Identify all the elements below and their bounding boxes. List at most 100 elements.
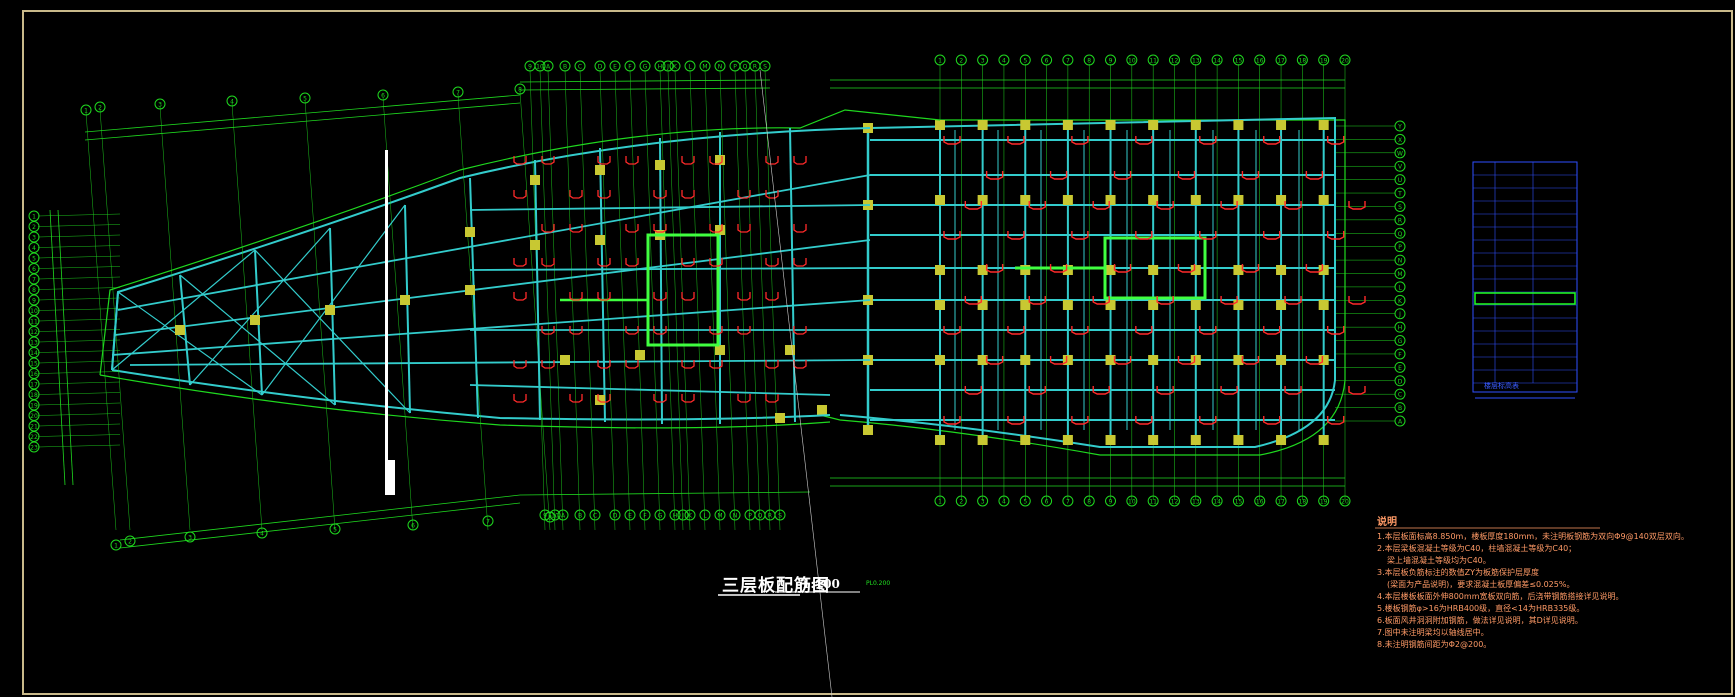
dimension-line: [84, 102, 521, 141]
column: [1233, 195, 1244, 205]
rebar-mark: [569, 190, 583, 199]
design-notes: 说明 1.本层板面标高8.850m，楼板厚度180mm，未注明板钢筋为双向Φ9@…: [1377, 517, 1689, 651]
column: [935, 120, 945, 130]
axis-line: [37, 371, 121, 374]
axis-line: [37, 255, 121, 259]
axis-label: 5: [1023, 499, 1027, 506]
rebar-mark: [513, 258, 527, 267]
column: [1276, 120, 1287, 130]
axis-line: [719, 69, 736, 531]
note-line: 梁上墙混凝土等级均为C40。: [1387, 556, 1491, 565]
column: [1233, 120, 1244, 130]
column: [935, 195, 945, 205]
axis-label: 9: [1109, 499, 1113, 506]
beam: [534, 159, 541, 421]
note-line: 7.图中未注明梁均以轴线居中。: [1377, 628, 1489, 637]
column: [977, 300, 988, 310]
building-slab-edge: [111, 127, 871, 371]
axis-label: 18: [1299, 58, 1307, 65]
axis-label: 2: [959, 499, 963, 506]
column: [785, 345, 795, 355]
axis-line: [37, 329, 121, 332]
column: [595, 165, 605, 175]
column: [595, 235, 605, 245]
axis-label: 9: [32, 298, 36, 305]
axis-label: 17: [30, 382, 38, 389]
rebar-mark: [513, 360, 527, 369]
axis-label: E: [1398, 365, 1402, 372]
column: [1190, 120, 1201, 130]
legend-title: 楼层标高表: [1484, 382, 1519, 390]
dimension-line: [49, 209, 66, 486]
note-line: 4.本层楼板板面外伸800mm宽板双向筋，后浇带钢筋搭接详见说明。: [1377, 592, 1624, 601]
axis-label: B: [563, 64, 567, 71]
axis-line: [37, 297, 121, 301]
axis-line: [457, 93, 489, 531]
elevation-table: [1472, 161, 1578, 393]
rebar-mark: [793, 224, 807, 233]
rebar-mark: [793, 156, 807, 165]
axis-line: [37, 444, 121, 448]
axis-label: C: [1398, 392, 1402, 399]
axis-label: D: [598, 64, 603, 71]
column: [1276, 435, 1287, 445]
column: [935, 265, 945, 275]
axis-label: 1: [84, 108, 88, 115]
axis-label: 4: [1002, 58, 1006, 65]
axis-label: J: [681, 513, 684, 520]
axis-label: 12: [1171, 499, 1179, 506]
dimension-line: [519, 491, 811, 496]
axis-label: G: [1398, 338, 1403, 345]
axis-label: 2: [32, 224, 36, 231]
rebar-mark: [681, 292, 695, 301]
axis-label: 18: [30, 392, 38, 399]
axis-label: 4: [230, 99, 234, 106]
axis-line: [37, 287, 121, 290]
axis-label: 3: [981, 58, 985, 65]
beam: [329, 227, 336, 406]
axis-label: 13: [30, 340, 38, 347]
axis-label: 20: [30, 413, 38, 420]
column: [1105, 300, 1116, 310]
axis-label: 6: [1045, 58, 1049, 65]
axis-label: 13: [1192, 58, 1200, 65]
axis-label: 7: [1066, 499, 1070, 506]
column: [1148, 435, 1159, 445]
axis-label: 8: [32, 287, 36, 294]
notes-heading: 说明: [1377, 517, 1397, 528]
rebar-mark: [681, 190, 695, 199]
axis-label: M: [717, 513, 722, 520]
secondary-beam: [111, 249, 256, 371]
axis-line: [159, 105, 191, 531]
axis-label: H: [673, 513, 678, 520]
axis-label: 14: [1213, 58, 1221, 65]
axis-label: 14: [30, 350, 38, 357]
note-line: 3.本层板负筋标注的数值ZY为板筋保护层厚度: [1377, 568, 1539, 577]
axis-label: 10: [30, 308, 38, 315]
column: [1020, 355, 1031, 365]
column: [1318, 265, 1329, 275]
axis-label: 11: [1149, 58, 1157, 65]
column: [635, 350, 645, 360]
axis-label: R: [768, 513, 772, 520]
axis-line: [667, 69, 684, 531]
axis-label: R: [1398, 217, 1402, 224]
axis-label: G: [658, 513, 663, 520]
axis-label: 3: [158, 102, 162, 109]
axis-label: C: [578, 64, 582, 71]
column: [1148, 355, 1159, 365]
note-line: (梁面为产品说明)，要求混凝土板厚偏差≤0.025%。: [1387, 580, 1575, 589]
column: [935, 355, 945, 365]
axis-label: 9: [528, 64, 532, 71]
column: [1276, 355, 1287, 365]
axis-label: 2: [98, 105, 102, 112]
axis-label: 2: [959, 58, 963, 65]
column: [1020, 120, 1031, 130]
axis-label: 16: [30, 371, 38, 378]
column: [1148, 265, 1159, 275]
column: [1105, 435, 1116, 445]
column: [977, 120, 988, 130]
rebar-mark: [1348, 201, 1366, 210]
column: [175, 325, 185, 335]
axis-label: F: [1398, 351, 1402, 358]
